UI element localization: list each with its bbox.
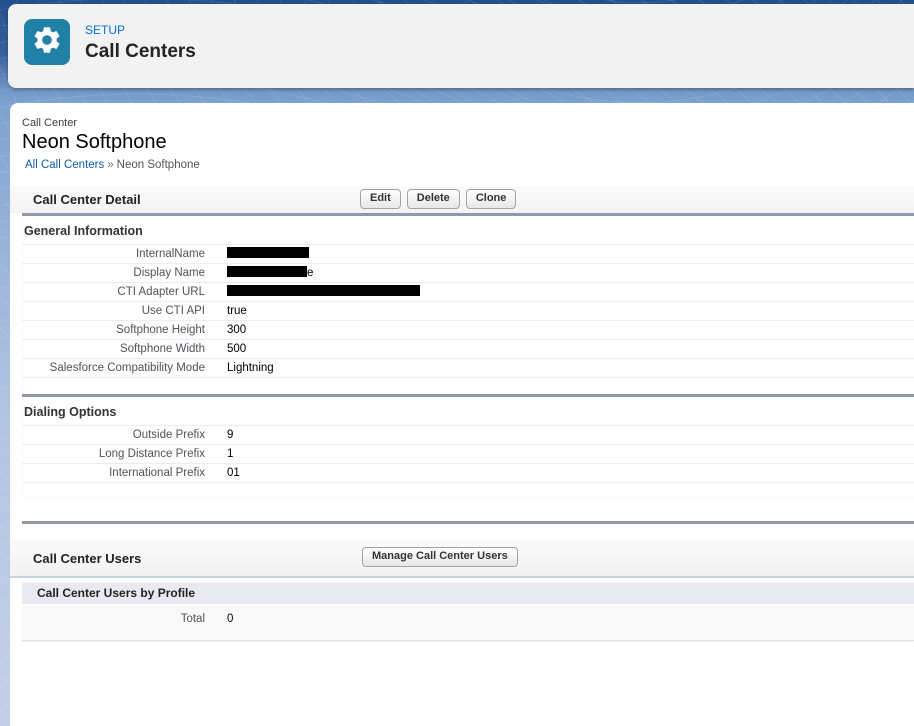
spacer <box>10 499 914 521</box>
dialing-panel: Dialing Options Outside Prefix 9 Long Di… <box>22 397 914 499</box>
field-row-compatibility-mode: Salesforce Compatibility Mode Lightning <box>22 359 914 378</box>
field-label: Softphone Height <box>22 321 205 339</box>
field-row-use-cti-api: Use CTI API true <box>22 302 914 321</box>
redacted-value <box>227 266 307 277</box>
detail-section-title: Call Center Detail <box>33 192 141 207</box>
record-title: Neon Softphone <box>22 131 914 154</box>
dialing-options-heading: Dialing Options <box>22 397 914 425</box>
field-value: 0 <box>227 608 233 630</box>
field-value <box>227 245 309 263</box>
record-header: Call Center Neon Softphone All Call Cent… <box>10 103 914 171</box>
field-value: 01 <box>227 464 240 482</box>
setup-eyebrow: SETUP <box>85 23 125 37</box>
users-by-profile-panel: Total 0 <box>22 606 914 641</box>
field-row-internalname: InternalName <box>22 245 914 264</box>
page-title: Call Centers <box>85 41 196 63</box>
field-row-total: Total 0 <box>22 608 914 630</box>
field-value: e <box>227 264 313 282</box>
field-value: 500 <box>227 340 246 358</box>
field-value: Lightning <box>227 359 274 377</box>
field-label: Outside Prefix <box>22 426 205 444</box>
general-information-heading: General Information <box>22 216 914 244</box>
users-button-group: Manage Call Center Users <box>362 547 518 567</box>
detail-panel: General Information InternalName Display… <box>22 216 914 394</box>
breadcrumb-separator: » <box>104 159 116 171</box>
setup-header: SETUP Call Centers <box>8 4 914 88</box>
delete-button[interactable]: Delete <box>407 189 460 209</box>
redacted-value <box>227 247 309 258</box>
field-label: Long Distance Prefix <box>22 445 205 463</box>
entity-label: Call Center <box>22 117 914 129</box>
users-section-title: Call Center Users <box>33 551 141 566</box>
breadcrumb-current: Neon Softphone <box>117 159 200 171</box>
redaction-remnant: e <box>307 267 313 279</box>
gear-icon <box>31 24 63 61</box>
spacer <box>22 378 914 390</box>
breadcrumb-all-call-centers-link[interactable]: All Call Centers <box>25 159 104 171</box>
section-divider <box>22 521 914 524</box>
field-row-international-prefix: International Prefix 01 <box>22 464 914 483</box>
detail-section-header: Call Center Detail Edit Delete Clone <box>10 186 914 213</box>
field-label: Softphone Width <box>22 340 205 358</box>
field-label: Total <box>22 608 205 630</box>
manage-call-center-users-button[interactable]: Manage Call Center Users <box>362 547 518 567</box>
general-information-rows: InternalName Display Name e CTI Adapter … <box>22 244 914 378</box>
field-row-display-name: Display Name e <box>22 264 914 283</box>
field-row-cti-adapter-url: CTI Adapter URL <box>22 283 914 302</box>
dialing-options-rows: Outside Prefix 9 Long Distance Prefix 1 … <box>22 425 914 483</box>
field-value: true <box>227 302 247 320</box>
field-label: Use CTI API <box>22 302 205 320</box>
field-label: Salesforce Compatibility Mode <box>22 359 205 377</box>
field-label: Display Name <box>22 264 205 282</box>
field-value: 9 <box>227 426 233 444</box>
field-row-outside-prefix: Outside Prefix 9 <box>22 426 914 445</box>
setup-tile <box>24 19 70 65</box>
spacer <box>22 483 914 495</box>
content-card: Call Center Neon Softphone All Call Cent… <box>10 103 914 726</box>
users-section-header: Call Center Users Manage Call Center Use… <box>10 539 914 578</box>
breadcrumb: All Call Centers»Neon Softphone <box>22 159 914 171</box>
field-label: CTI Adapter URL <box>22 283 205 301</box>
field-value: 300 <box>227 321 246 339</box>
field-row-softphone-width: Softphone Width 500 <box>22 340 914 359</box>
users-by-profile-header: Call Center Users by Profile <box>22 583 914 604</box>
field-value <box>227 283 420 301</box>
field-label: International Prefix <box>22 464 205 482</box>
edit-button[interactable]: Edit <box>360 189 401 209</box>
field-label: InternalName <box>22 245 205 263</box>
detail-button-group: Edit Delete Clone <box>360 189 516 209</box>
field-row-softphone-height: Softphone Height 300 <box>22 321 914 340</box>
redacted-value <box>227 285 420 296</box>
field-value: 1 <box>227 445 233 463</box>
field-row-long-distance-prefix: Long Distance Prefix 1 <box>22 445 914 464</box>
clone-button[interactable]: Clone <box>466 189 517 209</box>
